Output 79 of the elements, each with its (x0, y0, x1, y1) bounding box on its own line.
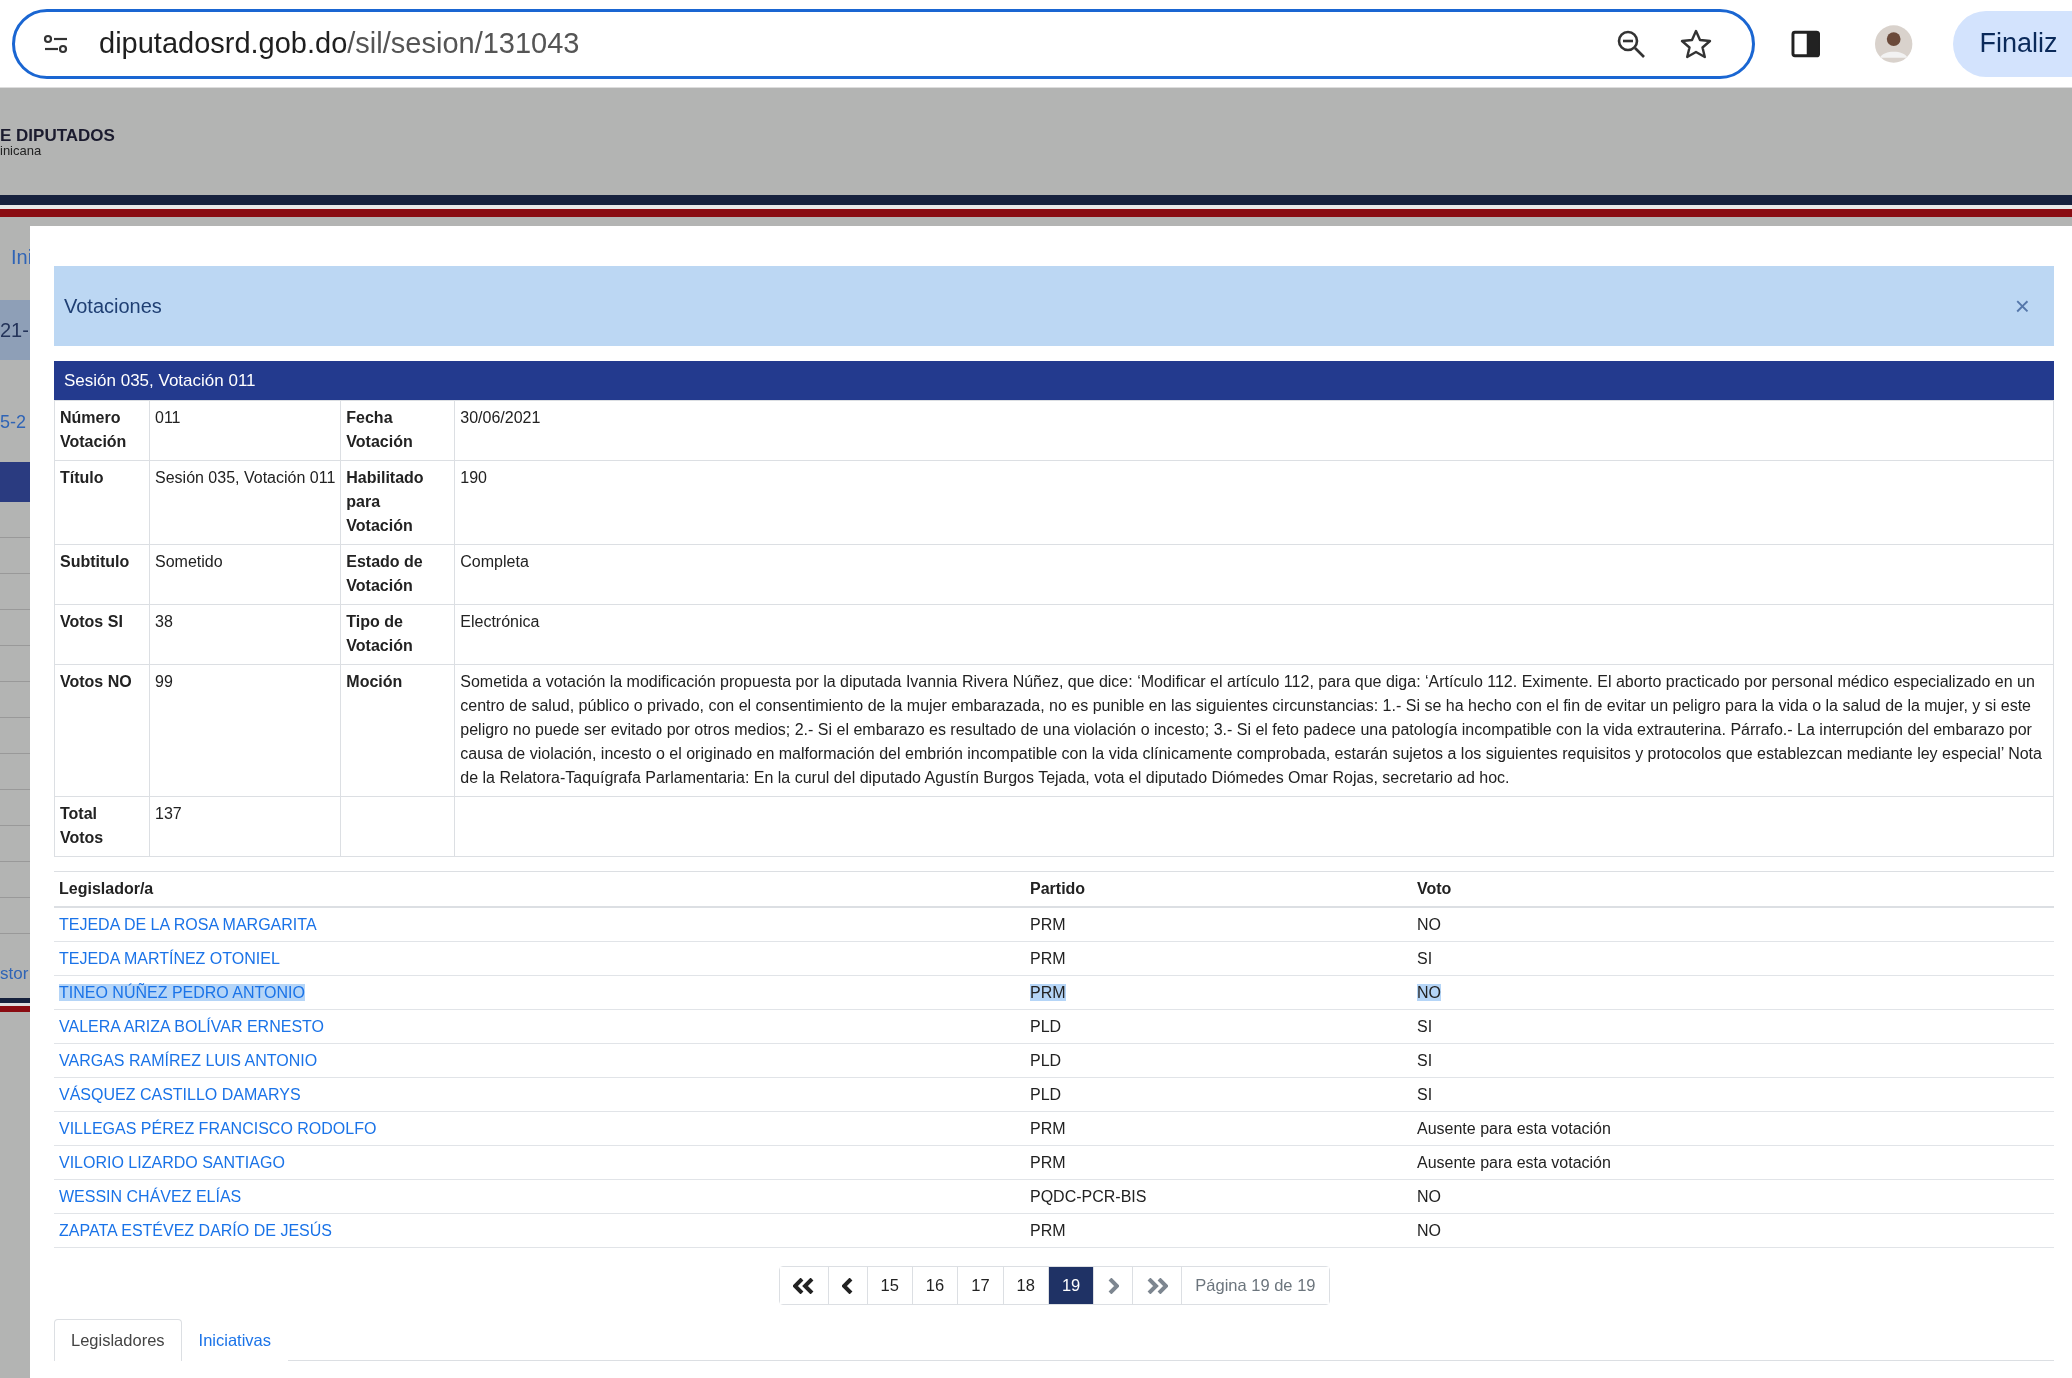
vote-text: SI (1417, 1086, 1433, 1103)
field-value: 30/06/2021 (454, 400, 2054, 461)
column-header: Legislador/a (54, 871, 1025, 907)
field-label: Fecha Votación (340, 400, 455, 461)
double-chevron-left-icon (792, 1277, 815, 1294)
footer-stripe (0, 998, 30, 1012)
legislator-link[interactable]: ZAPATA ESTÉVEZ DARÍO DE JESÚS (59, 1222, 332, 1239)
field-value: Sometida a votación la modificación propuesta por la diputada Ivannia Rivera Núñez, que dice: ‘Modificar el artículo 112, para que diga: ‘Artículo 112. Eximente. El aborto practicado por personal médico especializado en un centro de salud, público o privado, con el consentimiento de la mujer embarazada, no es punible en las siguientes circunstancias: 1.- Si se ha hecho con el fin de evitar un peligro para la vida o la salud de la mujer, y si este peligro no puede ser evitado por otros medios; 2.- Si el embarazo es resultado de una violación o incesto; 3.- Si el feto padece una patología incompatible con la vida extrauterina. Párrafo.- La interrupción del embarazo por causa de violación, incesto o el originado en malformación del embrión incompatible con la vida clínicamente comprobada, estarán sujetos a los siguientes requisitos y protocolos que establezcan mediante ley especial’ Nota de la Relatora-Taquígrafa Parlamentaria: En la curul del diputado Agustín Burgos Tejada, vota el diputado Diómedes Omar Rojas, secretario ad hoc. (454, 664, 2054, 797)
field-value: 137 (149, 796, 341, 857)
legislator-link[interactable]: VÁSQUEZ CASTILLO DAMARYS (59, 1086, 301, 1103)
column-header: Partido (1025, 871, 1412, 907)
party-text: PRM (1030, 984, 1066, 1001)
party-text: PRM (1030, 1120, 1066, 1137)
legislator-link[interactable]: TINEO NÚÑEZ PEDRO ANTONIO (59, 984, 305, 1001)
legislator-link[interactable]: TEJEDA DE LA ROSA MARGARITA (59, 916, 317, 933)
legislator-link[interactable]: WESSIN CHÁVEZ ELÍAS (59, 1188, 242, 1205)
star-icon[interactable] (1679, 28, 1712, 59)
profile-button[interactable]: Finaliz (1953, 10, 2072, 77)
legislator-link[interactable]: TEJEDA MARTÍNEZ OTONIEL (59, 950, 280, 967)
background-text: 5-2 (0, 412, 26, 433)
sidebar-icon[interactable] (1790, 29, 1821, 58)
vote-text: SI (1417, 950, 1433, 967)
field-value: Electrónica (454, 604, 2054, 665)
field-label: Tipo de Votación (340, 604, 455, 665)
field-value: Sometido (149, 544, 341, 605)
party-text: PRM (1030, 1222, 1066, 1239)
modal-title: Votaciones (64, 294, 162, 318)
field-value: 011 (149, 400, 341, 461)
site-subtitle: inicana (0, 143, 43, 157)
address-bar[interactable]: diputadosrd.gob.do/sil/sesion/131043 (12, 8, 1755, 79)
vote-text: NO (1417, 1222, 1441, 1239)
page-button[interactable]: 19 (1048, 1267, 1095, 1304)
party-text: PQDC-PCR-BIS (1030, 1188, 1147, 1205)
legislator-link[interactable]: VALERA ARIZA BOLÍVAR ERNESTO (59, 1018, 324, 1035)
background-text: stor (0, 964, 29, 984)
field-value: 190 (454, 460, 2054, 545)
party-text: PRM (1030, 950, 1066, 967)
section-title: Sesión 035, Votación 011 (64, 370, 256, 391)
vote-text: SI (1417, 1052, 1433, 1069)
field-label: Número Votación (54, 400, 150, 461)
vote-text: NO (1417, 1188, 1441, 1205)
chevron-left-icon (841, 1277, 854, 1294)
field-label: Moción (340, 664, 455, 797)
party-text: PLD (1030, 1018, 1062, 1035)
field-label: Título (54, 460, 150, 545)
field-value: Sesión 035, Votación 011 (149, 460, 341, 545)
close-button[interactable]: × (2010, 290, 2034, 322)
legislator-link[interactable]: VILORIO LIZARDO SANTIAGO (59, 1154, 285, 1171)
site-title: E DIPUTADOS (0, 126, 115, 144)
vote-text: Ausente para esta votación (1417, 1154, 1611, 1171)
vote-text: NO (1417, 916, 1441, 933)
party-text: PLD (1030, 1052, 1062, 1069)
tab[interactable]: Legisladores (54, 1319, 182, 1361)
zoom-out-icon[interactable] (1615, 28, 1646, 59)
field-value: 38 (149, 604, 341, 665)
first-page-button[interactable] (779, 1267, 829, 1304)
legislator-link[interactable]: VARGAS RAMÍREZ LUIS ANTONIO (59, 1052, 318, 1069)
field-label: Total Votos (54, 796, 150, 857)
field-label: Estado de Votación (340, 544, 455, 605)
url-text: diputadosrd.gob.do/sil/sesion/131043 (99, 27, 581, 60)
vote-text: Ausente para esta votación (1417, 1120, 1611, 1137)
legislator-link[interactable]: VILLEGAS PÉREZ FRANCISCO RODOLFO (59, 1120, 377, 1137)
avatar-icon[interactable] (1874, 23, 1914, 64)
field-label: Habilitado para Votación (340, 460, 455, 545)
field-label: Votos NO (54, 664, 150, 797)
field-label: Votos SI (54, 604, 150, 665)
chevron-right-icon (1107, 1277, 1120, 1294)
vote-text: SI (1417, 1018, 1433, 1035)
vote-text: NO (1417, 984, 1441, 1001)
column-header: Voto (1412, 871, 2054, 907)
tune-icon[interactable] (43, 32, 69, 55)
double-chevron-right-icon (1146, 1277, 1169, 1294)
party-text: PRM (1030, 916, 1066, 933)
background-text: 21- (0, 300, 30, 360)
field-value: 99 (149, 664, 341, 797)
party-text: PRM (1030, 1154, 1066, 1171)
party-text: PLD (1030, 1086, 1062, 1103)
field-value: Completa (454, 544, 2054, 605)
field-label: Subtitulo (54, 544, 150, 605)
